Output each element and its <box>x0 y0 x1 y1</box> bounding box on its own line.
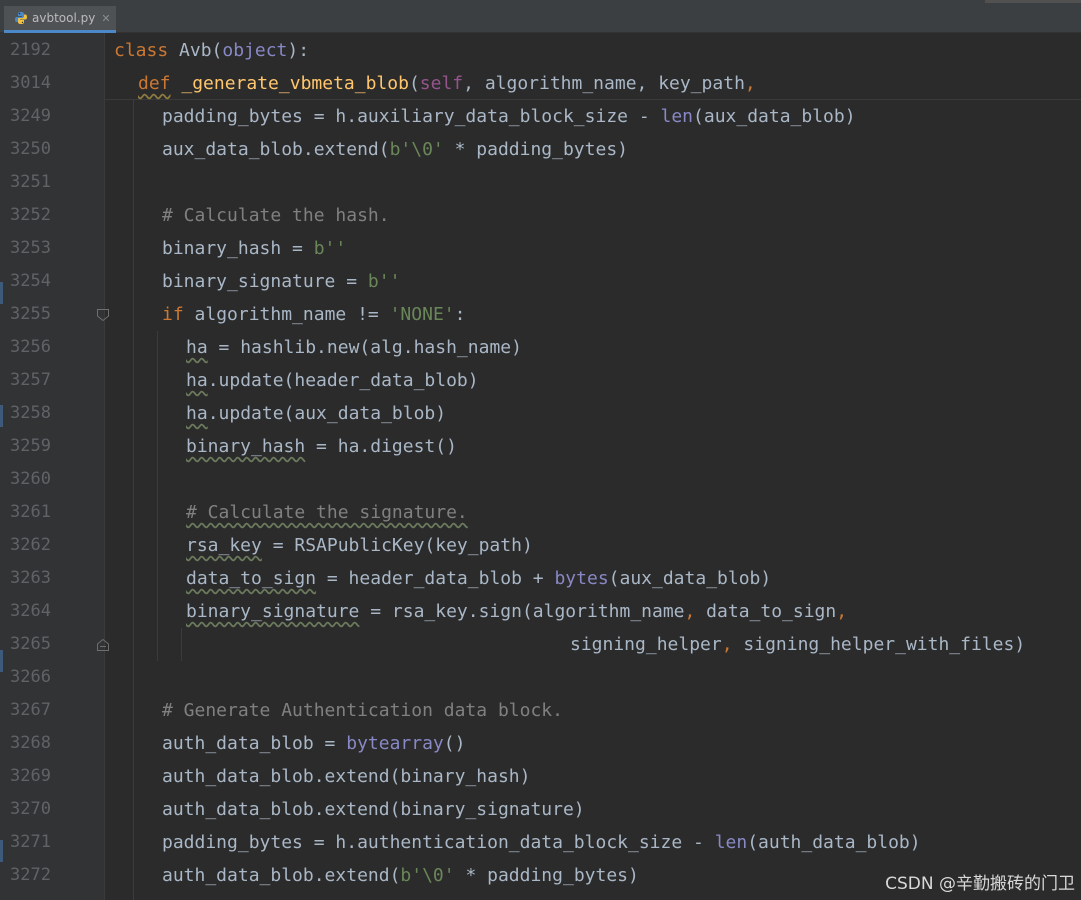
sticky-line-class[interactable]: 2192 class Avb(object): <box>0 34 1081 67</box>
code-line[interactable]: 3270 auth_data_blob.extend(binary_signat… <box>0 793 1081 826</box>
code-text: class Avb(object): <box>114 40 310 61</box>
tab-bar-divider <box>985 0 1081 3</box>
watermark-text: CSDN @辛勤搬砖的门卫 <box>885 874 1075 894</box>
code-line[interactable]: 3261 # Calculate the signature. <box>0 496 1081 529</box>
line-number: 3261 <box>10 502 51 522</box>
code-comment: # Calculate the hash. <box>162 205 390 226</box>
code-text: binary_hash = ha.digest() <box>186 436 457 457</box>
code-text: auth_data_blob = bytearray() <box>162 733 466 754</box>
code-line[interactable]: 3263 data_to_sign = header_data_blob + b… <box>0 562 1081 595</box>
code-text: signing_helper, signing_helper_with_file… <box>570 634 1026 655</box>
code-text: auth_data_blob.extend(b'\0' * padding_by… <box>162 865 639 886</box>
line-number: 3252 <box>10 205 51 225</box>
line-number: 3269 <box>10 766 51 786</box>
code-text: aux_data_blob.extend(b'\0' * padding_byt… <box>162 139 628 160</box>
code-line[interactable]: 3267 # Generate Authentication data bloc… <box>0 694 1081 727</box>
code-line[interactable]: 3249 padding_bytes = h.auxiliary_data_bl… <box>0 100 1081 133</box>
code-line[interactable]: 3269 auth_data_blob.extend(binary_hash) <box>0 760 1081 793</box>
code-text: binary_hash = b'' <box>162 238 347 259</box>
line-number: 3267 <box>10 700 51 720</box>
line-number: 3258 <box>10 403 51 423</box>
line-number: 3270 <box>10 799 51 819</box>
line-number: 3262 <box>10 535 51 555</box>
code-line[interactable]: 3255 if algorithm_name != 'NONE': <box>0 298 1081 331</box>
code-text: binary_signature = rsa_key.sign(algorith… <box>186 601 848 622</box>
line-number: 3253 <box>10 238 51 258</box>
code-line[interactable]: 3257 ha.update(header_data_blob) <box>0 364 1081 397</box>
line-number: 3272 <box>10 865 51 885</box>
code-line[interactable]: 3266 <box>0 661 1081 694</box>
code-line[interactable]: 3264 binary_signature = rsa_key.sign(alg… <box>0 595 1081 628</box>
tab-avbtool-py[interactable]: avbtool.py ✕ <box>4 6 116 33</box>
code-text: def _generate_vbmeta_blob(self, algorith… <box>138 73 756 94</box>
line-number: 3257 <box>10 370 51 390</box>
tab-label: avbtool.py <box>32 11 96 25</box>
close-icon[interactable]: ✕ <box>101 12 110 25</box>
code-text: ha.update(header_data_blob) <box>186 370 479 391</box>
code-comment: # Calculate the signature. <box>186 502 468 523</box>
code-line[interactable]: 3271 padding_bytes = h.authentication_da… <box>0 826 1081 859</box>
code-text: auth_data_blob.extend(binary_signature) <box>162 799 585 820</box>
code-line[interactable]: 3253 binary_hash = b'' <box>0 232 1081 265</box>
line-number: 3251 <box>10 172 51 192</box>
line-number: 3260 <box>10 469 51 489</box>
code-line[interactable]: 3254 binary_signature = b'' <box>0 265 1081 298</box>
sticky-line-def[interactable]: 3014 def _generate_vbmeta_blob(self, alg… <box>0 67 1081 100</box>
fold-icon[interactable] <box>96 308 110 322</box>
line-number: 3255 <box>10 304 51 324</box>
code-text: auth_data_blob.extend(binary_hash) <box>162 766 531 787</box>
line-number: 2192 <box>10 40 51 60</box>
line-number: 3265 <box>10 634 51 654</box>
fold-end-icon[interactable] <box>96 638 110 652</box>
line-number: 3249 <box>10 106 51 126</box>
line-number: 3014 <box>10 73 51 93</box>
code-line[interactable]: 3256 ha = hashlib.new(alg.hash_name) <box>0 331 1081 364</box>
line-number: 3250 <box>10 139 51 159</box>
code-text: if algorithm_name != 'NONE': <box>162 304 466 325</box>
line-number: 3256 <box>10 337 51 357</box>
code-text: rsa_key = RSAPublicKey(key_path) <box>186 535 533 556</box>
code-text: binary_signature = b'' <box>162 271 401 292</box>
code-line[interactable]: 3258 ha.update(aux_data_blob) <box>0 397 1081 430</box>
code-text: ha.update(aux_data_blob) <box>186 403 447 424</box>
code-line[interactable]: 3262 rsa_key = RSAPublicKey(key_path) <box>0 529 1081 562</box>
code-line[interactable]: 3265 signing_helper, signing_helper_with… <box>0 628 1081 661</box>
code-line[interactable]: 3251 <box>0 166 1081 199</box>
line-number: 3266 <box>10 667 51 687</box>
code-text: ha = hashlib.new(alg.hash_name) <box>186 337 522 358</box>
line-number: 3254 <box>10 271 51 291</box>
code-text: padding_bytes = h.authentication_data_bl… <box>162 832 921 853</box>
code-line[interactable]: 3252 # Calculate the hash. <box>0 199 1081 232</box>
line-number: 3271 <box>10 832 51 852</box>
line-number: 3263 <box>10 568 51 588</box>
code-text: padding_bytes = h.auxiliary_data_block_s… <box>162 106 856 127</box>
line-number: 3264 <box>10 601 51 621</box>
line-number: 3268 <box>10 733 51 753</box>
python-file-icon <box>15 12 27 24</box>
code-line[interactable]: 3268 auth_data_blob = bytearray() <box>0 727 1081 760</box>
code-comment: # Generate Authentication data block. <box>162 700 563 721</box>
code-editor-window: avbtool.py ✕ 2192 class Avb(object): 301… <box>0 0 1081 900</box>
code-line[interactable]: 3260 <box>0 463 1081 496</box>
editor-tab-bar: avbtool.py ✕ <box>0 0 1081 33</box>
line-number: 3259 <box>10 436 51 456</box>
code-line[interactable]: 3259 binary_hash = ha.digest() <box>0 430 1081 463</box>
code-line[interactable]: 3250 aux_data_blob.extend(b'\0' * paddin… <box>0 133 1081 166</box>
code-text: data_to_sign = header_data_blob + bytes(… <box>186 568 772 589</box>
